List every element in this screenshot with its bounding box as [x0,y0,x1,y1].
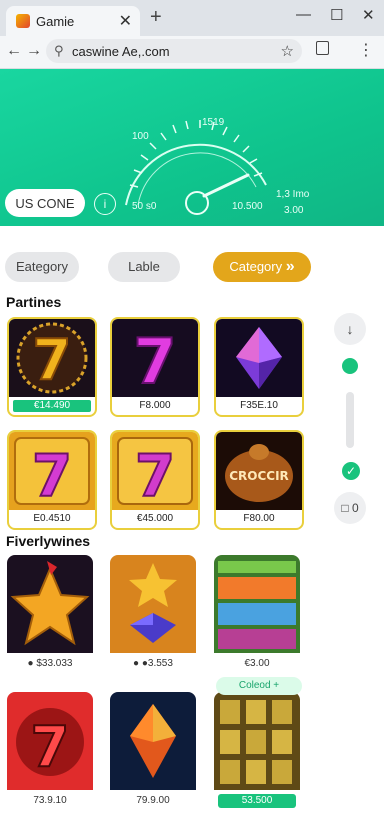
lucky-seven-icon: 7 [9,432,95,510]
category-chip-label: Category [229,259,283,274]
treasure-pot-icon: CROCCIR [216,432,302,510]
card-price: 73.9.10 [33,795,67,806]
scroll-down-icon[interactable]: ↓ [334,313,366,345]
gauge-label-top-left: 100 [132,131,149,142]
category-chip-active[interactable]: Category » [213,252,311,282]
lucky-seven-icon: 7 [112,432,198,510]
card-price: €45.000 [116,513,194,525]
browser-tab[interactable]: Gamie ✕ [6,6,140,36]
game-card[interactable]: 7 €45.000 [110,430,200,530]
game-card[interactable]: 79.9.00 [110,692,196,810]
bookmark-star-icon[interactable]: ☆ [281,42,294,60]
card-price: ● ●3.553 [133,658,173,669]
game-card[interactable]: 53.500 [214,692,300,810]
slot-grid-icon [214,692,300,790]
address-bar[interactable]: ⚲ caswine Ae,.com ☆ [46,39,302,63]
minimize-icon[interactable]: — [296,6,311,23]
site-info-icon[interactable]: ⚲ [54,43,64,59]
lock-icon: □ [341,501,349,515]
game-card[interactable]: CROCCIR F80.00 [214,430,304,530]
svg-text:7: 7 [133,325,176,397]
info-icon[interactable]: i [94,193,116,215]
card-price: F35E.10 [220,400,298,412]
card-price: E0.4510 [13,513,91,525]
ruby-gem-icon [110,692,196,790]
lucky-seven-icon: 7 [7,692,93,790]
game-card[interactable]: 7 €14.490 [7,317,97,417]
lucky-seven-icon: 7 [9,319,95,397]
game-card[interactable]: €3.00 [214,555,300,673]
lock-toggle[interactable]: □ 0 [334,492,366,524]
card-price: F8.000 [116,400,194,412]
lock-count: 0 [351,501,359,515]
scrollbar-track[interactable] [346,392,354,448]
lucky-seven-icon: 7 [112,319,198,397]
section-title-fiverlywines: Fiverlywines [6,533,91,549]
status-dot [342,358,358,374]
game-card[interactable]: ● $33.033 [7,555,93,673]
card-price: €3.00 [244,658,270,669]
card-price: F80.00 [220,513,298,525]
gauge-label-center: 10.500 [232,201,263,212]
game-card[interactable]: F35E.10 [214,317,304,417]
card-price: €14.490 [13,400,91,412]
url-text: caswine Ae,.com [72,44,170,59]
slot-grid-icon [214,555,300,653]
gauge-label-left: 50 s0 [132,201,157,212]
svg-text:7: 7 [33,328,72,393]
gem-icon [216,319,302,397]
svg-text:7: 7 [32,442,72,510]
favicon-icon [16,14,30,28]
category-chip-mid[interactable]: Lable [108,252,180,282]
check-icon[interactable]: ✓ [342,462,360,480]
game-card[interactable]: 7 F8.000 [110,317,200,417]
svg-text:7: 7 [31,715,70,780]
game-card[interactable]: 7 73.9.10 [7,692,93,810]
card-price: 53.500 [218,794,296,808]
hero-banner: 100 1519 50 s0 10.500 1,3 Imo 3.00 US CO… [0,69,384,226]
menu-icon[interactable]: ⋮ [358,40,374,60]
browser-tab-bar: Gamie ✕ + — ☐ ✕ [0,0,384,36]
card-price: ● $33.033 [27,658,73,669]
golden-star-icon [7,555,93,653]
diamond-star-icon [110,555,196,653]
forward-icon[interactable]: → [26,42,42,60]
section-title-partines: Partines [6,294,62,310]
maximize-icon[interactable]: ☐ [330,6,343,24]
extensions-icon[interactable] [316,41,329,55]
gauge-label-top: 1519 [202,117,225,128]
new-tab-icon[interactable]: + [150,6,162,29]
svg-text:7: 7 [135,442,175,510]
card-price: 79.9.00 [136,795,170,806]
tab-title: Gamie [36,14,75,29]
category-chip-left[interactable]: Eategory [5,252,79,282]
chevron-double-right-icon: » [285,258,295,275]
collect-pill[interactable]: Coleod + [216,677,302,695]
tab-close-icon[interactable]: ✕ [119,11,132,31]
gauge-label-right-b: 3.00 [284,205,304,216]
game-card[interactable]: 7 E0.4510 [7,430,97,530]
gauge-label-right: 1,3 Imo [276,189,310,200]
window-close-icon[interactable]: ✕ [362,6,375,24]
browser-nav-bar: ← → ⚲ caswine Ae,.com ☆ ⋮ [0,36,384,69]
card-art-text: CROCCIR [229,469,289,483]
hero-cta-button[interactable]: US CONE [5,189,85,217]
back-icon[interactable]: ← [6,42,22,60]
game-card[interactable]: ● ●3.553 [110,555,196,673]
